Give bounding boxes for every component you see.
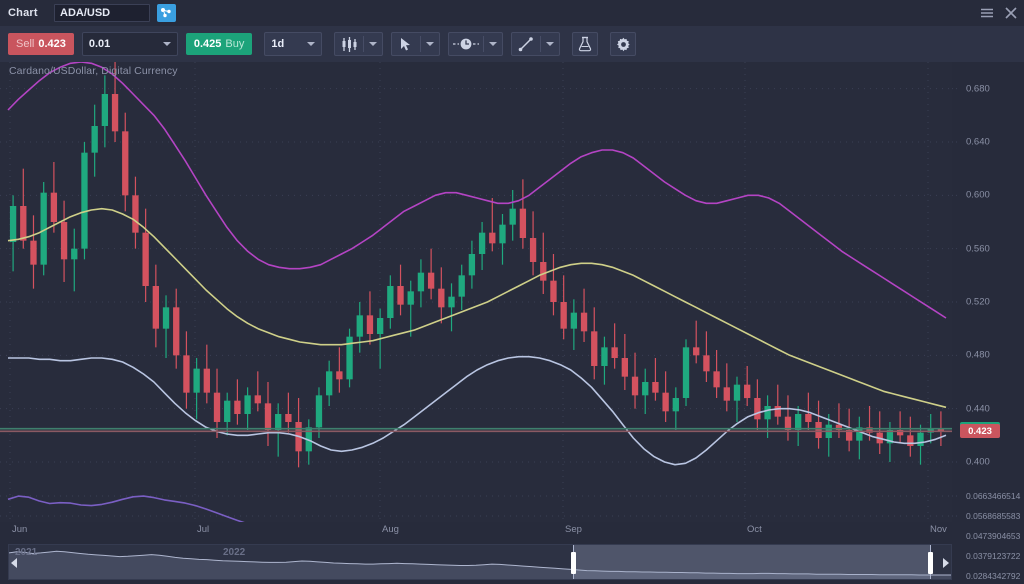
navigator-selected-range[interactable] [573, 545, 931, 579]
time-tool-group[interactable] [448, 32, 503, 56]
sell-label: Sell [16, 38, 34, 50]
range-navigator[interactable]: 2021 2022 [8, 544, 952, 580]
time-tick-label: Nov [930, 524, 947, 535]
price-tick-label: 0.520 [966, 297, 990, 308]
time-tick-label: Jul [197, 524, 209, 535]
chevron-down-icon [369, 42, 377, 46]
sub-panel-tick-label: 0.0379123722 [966, 551, 1020, 561]
nav-left-arrow-icon[interactable] [11, 558, 17, 568]
price-tick-label: 0.680 [966, 83, 990, 94]
symbol-input[interactable] [54, 4, 150, 22]
time-tool-dropdown[interactable] [484, 33, 502, 55]
timeframe-value: 1d [271, 38, 284, 50]
time-tick-label: Sep [565, 524, 582, 535]
price-plot[interactable]: Cardano/USDollar, Digital Currency [0, 62, 952, 522]
time-axis[interactable]: Jun Jul Aug Sep Oct Nov [0, 522, 952, 544]
cursor-tool-dropdown[interactable] [421, 33, 439, 55]
chart-type-group[interactable] [334, 32, 383, 56]
chevron-down-icon [163, 42, 171, 46]
buy-button[interactable]: 0.425 Buy [186, 33, 253, 55]
buy-label: Buy [225, 38, 244, 50]
sub-panel-tick-label: 0.0473904653 [966, 531, 1020, 541]
drawing-tool-dropdown[interactable] [541, 33, 559, 55]
candlestick-icon[interactable] [335, 33, 363, 55]
trendline-icon[interactable] [512, 33, 540, 55]
app-title: Chart [8, 7, 54, 19]
time-tick-label: Aug [382, 524, 399, 535]
chart-application-window: Chart Sell [0, 0, 1024, 584]
buy-price: 0.425 [194, 38, 222, 50]
gear-icon [616, 37, 631, 52]
indicators-button[interactable] [572, 32, 598, 56]
price-tick-label: 0.560 [966, 243, 990, 254]
quantity-select[interactable]: 0.01 [82, 32, 178, 56]
price-axis-ticks [952, 62, 1024, 522]
price-tick-label: 0.600 [966, 190, 990, 201]
window-controls [980, 0, 1018, 26]
close-icon[interactable] [1004, 6, 1018, 20]
chevron-down-icon [307, 42, 315, 46]
price-tick-label: 0.440 [966, 403, 990, 414]
chart-area: Cardano/USDollar, Digital Currency 0.680… [0, 62, 1024, 584]
bid-price-badge: 0.423 [960, 424, 1000, 438]
chevron-down-icon [489, 42, 497, 46]
price-tick-label: 0.640 [966, 137, 990, 148]
time-tick-label: Oct [747, 524, 762, 535]
navigator-year-right: 2022 [223, 547, 245, 558]
timeframe-select[interactable]: 1d [264, 32, 322, 56]
price-tick-label: 0.400 [966, 457, 990, 468]
chevron-down-icon [546, 42, 554, 46]
price-tick-label: 0.480 [966, 350, 990, 361]
navigator-right-handle[interactable] [928, 552, 933, 574]
sell-button[interactable]: Sell 0.423 [8, 33, 74, 55]
sub-panel-tick-label: 0.0568685583 [966, 511, 1020, 521]
navigator-left-handle[interactable] [571, 552, 576, 574]
clock-interval-icon[interactable] [449, 33, 483, 55]
settings-button[interactable] [610, 32, 636, 56]
chart-type-dropdown[interactable] [364, 33, 382, 55]
quantity-value: 0.01 [89, 38, 110, 50]
price-chart-svg [0, 62, 952, 522]
trading-toolbar: Sell 0.423 0.01 0.425 Buy 1d [0, 26, 1024, 62]
nav-right-arrow-icon[interactable] [943, 558, 949, 568]
cursor-arrow-icon[interactable] [392, 33, 420, 55]
price-axis[interactable]: 0.680 0.640 0.600 0.560 0.520 0.480 0.440 0.400… [952, 62, 1024, 522]
drawing-tool-group[interactable] [511, 32, 560, 56]
chevron-down-icon [426, 42, 434, 46]
title-bar: Chart [0, 0, 1024, 26]
navigator-year-left: 2021 [15, 547, 37, 558]
cursor-tool-group[interactable] [391, 32, 440, 56]
symbol-search-icon[interactable] [157, 4, 176, 22]
sub-panel-tick-label: 0.0284342792 [966, 571, 1020, 581]
flask-icon [578, 36, 592, 52]
sell-price: 0.423 [38, 38, 66, 50]
sub-panel-tick-label: 0.0663466514 [966, 491, 1020, 501]
hamburger-menu-icon[interactable] [980, 6, 994, 20]
time-tick-label: Jun [12, 524, 27, 535]
